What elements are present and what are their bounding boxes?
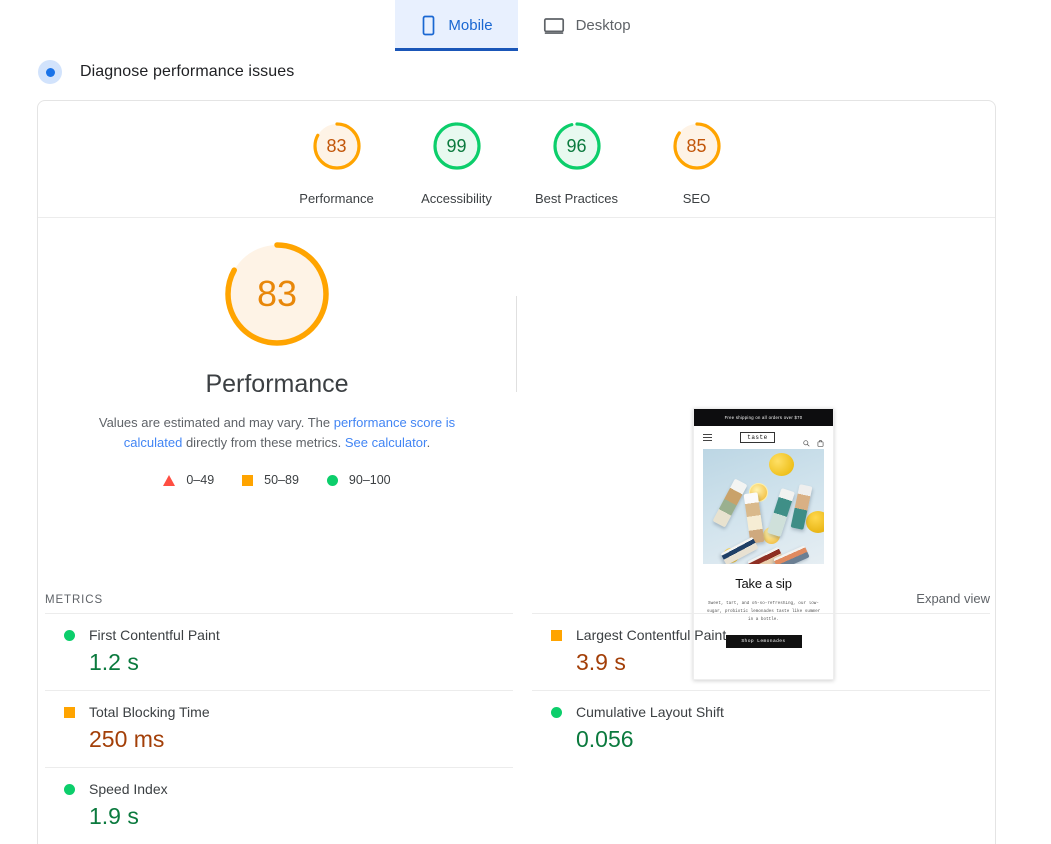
desc-text-before: Values are estimated and may vary. The (98, 415, 334, 430)
legend-label-good: 90–100 (348, 473, 391, 487)
metric-value: 250 ms (89, 726, 165, 752)
metric-speed-index[interactable]: Speed Index 1.9 s (45, 767, 513, 844)
square-icon (551, 629, 562, 641)
see-calculator-link[interactable]: See calculator (345, 435, 427, 450)
tab-mobile[interactable]: Mobile (395, 0, 518, 51)
monitor-icon (543, 15, 565, 36)
thumbnail-nav: taste (694, 426, 833, 449)
score-seo-value: 85 (686, 135, 707, 156)
square-icon (242, 474, 254, 486)
score-seo-label: SEO (682, 191, 711, 206)
metric-cumulative-layout-shift[interactable]: Cumulative Layout Shift 0.056 (532, 690, 990, 767)
gauge-seo: 85 (670, 119, 724, 173)
metric-value: 1.9 s (89, 803, 139, 829)
legend-item-average: 50–89 (242, 473, 299, 487)
legend-label-average: 50–89 (264, 473, 299, 487)
thumbnail-banner: Free shipping on all orders over $70 (694, 409, 833, 426)
score-best-practices[interactable]: 96 Best Practices (517, 119, 637, 206)
circle-icon (64, 629, 75, 641)
legend-label-fail: 0–49 (186, 473, 215, 487)
metric-value: 0.056 (576, 726, 634, 752)
legend-item-fail: 0–49 (163, 473, 214, 487)
performance-score-value: 83 (256, 273, 298, 314)
score-accessibility-label: Accessibility (421, 191, 492, 206)
metrics-grid: First Contentful Paint 1.2 s Largest Con… (45, 613, 990, 844)
score-legend: 0–49 50–89 90–100 (163, 473, 391, 487)
score-best-practices-value: 96 (566, 135, 587, 156)
lighthouse-dot-icon (38, 60, 62, 84)
metric-name: Largest Contentful Paint (576, 627, 727, 643)
thumbnail-logo: taste (740, 432, 775, 443)
performance-description: Values are estimated and may vary. The p… (81, 413, 473, 453)
diagnose-performance-row[interactable]: Diagnose performance issues (38, 60, 294, 84)
tab-desktop[interactable]: Desktop (518, 0, 656, 51)
metric-name: Speed Index (89, 781, 168, 797)
metric-value: 3.9 s (576, 649, 626, 675)
desc-text-middle: directly from these metrics. (182, 435, 345, 450)
circle-icon (551, 706, 562, 718)
report-card: 83 Performance 99 Accessibility 96 Best … (37, 100, 996, 844)
thumbnail-heading: Take a sip (735, 576, 792, 591)
tab-active-underline (395, 48, 518, 51)
performance-title: Performance (205, 370, 349, 398)
square-icon (64, 706, 75, 718)
metric-value: 1.2 s (89, 649, 139, 675)
search-icon (803, 434, 810, 447)
score-performance-value: 83 (326, 135, 347, 156)
metrics-header: METRICS Expand view (38, 591, 995, 606)
performance-block: 83 Performance Values are estimated and … (38, 218, 516, 487)
metric-total-blocking-time[interactable]: Total Blocking Time 250 ms (45, 690, 513, 767)
score-performance[interactable]: 83 Performance (277, 119, 397, 206)
score-accessibility-value: 99 (446, 135, 467, 156)
gauge-best-practices: 96 (550, 119, 604, 173)
tab-desktop-label: Desktop (575, 17, 631, 34)
circle-icon (64, 783, 75, 795)
legend-item-good: 90–100 (326, 473, 391, 487)
metric-name: First Contentful Paint (89, 627, 220, 643)
gauge-performance: 83 (310, 119, 364, 173)
expand-view-button[interactable]: Expand view (916, 591, 990, 606)
gauge-performance-large: 83 (218, 235, 336, 353)
hamburger-icon (703, 434, 712, 441)
thumbnail-hero-image (703, 449, 824, 564)
score-seo[interactable]: 85 SEO (637, 119, 757, 206)
performance-summary: 83 Performance Values are estimated and … (38, 218, 995, 680)
phone-icon (420, 15, 437, 36)
triangle-icon (163, 474, 176, 486)
score-best-practices-label: Best Practices (534, 191, 619, 206)
diagnose-label: Diagnose performance issues (80, 63, 295, 80)
metrics-title: METRICS (45, 594, 104, 606)
tab-mobile-label: Mobile (448, 17, 493, 34)
metric-name: Cumulative Layout Shift (576, 704, 724, 720)
metric-first-contentful-paint[interactable]: First Contentful Paint 1.2 s (45, 613, 513, 690)
score-performance-label: Performance (299, 191, 374, 206)
vertical-divider (516, 296, 517, 392)
gauge-accessibility: 99 (430, 119, 484, 173)
metric-name: Total Blocking Time (89, 704, 210, 720)
device-tab-bar: Mobile Desktop (0, 0, 1051, 51)
category-scores-row: 83 Performance 99 Accessibility 96 Best … (38, 101, 995, 218)
circle-icon (326, 474, 338, 486)
desc-text-after: . (426, 435, 431, 450)
score-accessibility[interactable]: 99 Accessibility (397, 119, 517, 206)
shopping-bag-icon (817, 434, 824, 447)
metric-largest-contentful-paint[interactable]: Largest Contentful Paint 3.9 s (532, 613, 990, 690)
